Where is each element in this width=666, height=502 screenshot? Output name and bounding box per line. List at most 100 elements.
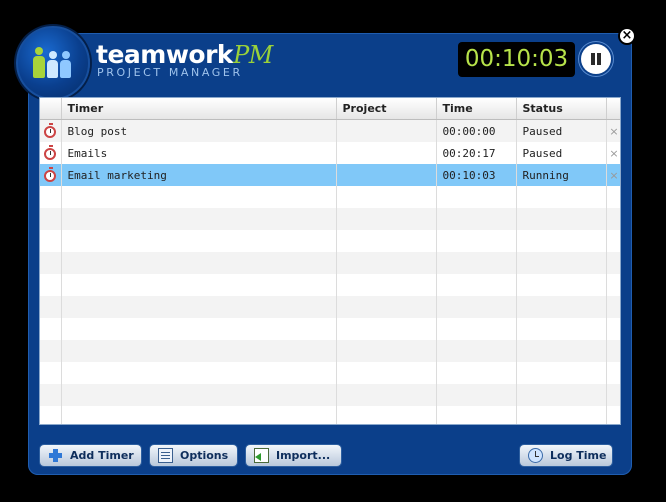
empty-cell	[40, 252, 62, 274]
empty-cell	[336, 362, 437, 384]
timer-project[interactable]	[336, 164, 437, 186]
empty-cell	[61, 318, 337, 340]
empty-cell	[336, 384, 437, 406]
col-time[interactable]: Time	[436, 98, 517, 120]
empty-cell	[606, 362, 620, 384]
empty-cell	[516, 384, 607, 406]
empty-row	[40, 362, 620, 384]
empty-row	[40, 406, 620, 424]
empty-cell	[436, 362, 517, 384]
empty-row	[40, 252, 620, 274]
logo-figure-icon	[47, 51, 58, 78]
stopwatch-icon[interactable]	[44, 166, 57, 182]
empty-cell	[336, 274, 437, 296]
empty-cell	[61, 252, 337, 274]
empty-cell	[40, 362, 62, 384]
close-button[interactable]: ×	[618, 27, 636, 45]
empty-cell	[606, 296, 620, 318]
empty-cell	[336, 318, 437, 340]
empty-cell	[436, 406, 517, 424]
empty-cell	[336, 230, 437, 252]
empty-cell	[606, 252, 620, 274]
timer-name[interactable]: Blog post	[61, 119, 337, 142]
empty-row	[40, 274, 620, 296]
empty-cell	[40, 296, 62, 318]
empty-cell	[606, 406, 620, 424]
import-label: Import...	[276, 449, 331, 462]
empty-cell	[436, 318, 517, 340]
col-timer[interactable]: Timer	[61, 98, 337, 120]
empty-cell	[61, 340, 337, 362]
empty-cell	[336, 186, 437, 208]
empty-cell	[436, 186, 517, 208]
table-row-selected[interactable]: Email marketing 00:10:03 Running ×	[40, 164, 620, 186]
table-row[interactable]: Emails 00:20:17 Paused ×	[40, 142, 620, 164]
options-label: Options	[180, 449, 229, 462]
empty-cell	[336, 208, 437, 230]
options-icon	[158, 448, 173, 463]
delete-icon[interactable]: ×	[606, 164, 620, 186]
row-icon-cell	[40, 164, 62, 186]
empty-cell	[40, 230, 62, 252]
empty-cell	[336, 252, 437, 274]
empty-cell	[516, 186, 607, 208]
plus-icon	[48, 448, 63, 463]
row-icon-cell	[40, 119, 62, 142]
import-icon	[254, 448, 269, 463]
empty-cell	[61, 208, 337, 230]
delete-icon[interactable]: ×	[606, 142, 620, 164]
empty-cell	[606, 340, 620, 362]
timer-status: Running	[516, 164, 607, 186]
timer-status: Paused	[516, 142, 607, 164]
empty-cell	[61, 384, 337, 406]
log-time-button[interactable]: Log Time	[520, 445, 612, 466]
empty-cell	[61, 274, 337, 296]
close-icon: ×	[621, 28, 633, 43]
empty-cell	[436, 208, 517, 230]
empty-cell	[61, 186, 337, 208]
brand-title: teamworkPM	[96, 40, 273, 69]
timer-project[interactable]	[336, 119, 437, 142]
logo-figure-icon	[60, 51, 71, 78]
col-delete	[606, 98, 620, 120]
empty-cell	[516, 208, 607, 230]
empty-cell	[61, 296, 337, 318]
import-button[interactable]: Import...	[246, 445, 341, 466]
timer-project[interactable]	[336, 142, 437, 164]
empty-cell	[516, 274, 607, 296]
empty-cell	[61, 230, 337, 252]
timer-time: 00:00:00	[436, 119, 517, 142]
delete-icon[interactable]: ×	[606, 119, 620, 142]
log-time-label: Log Time	[550, 449, 607, 462]
empty-cell	[40, 274, 62, 296]
empty-cell	[606, 208, 620, 230]
log-time-icon	[528, 448, 543, 463]
add-timer-button[interactable]: Add Timer	[40, 445, 141, 466]
empty-row	[40, 296, 620, 318]
timer-display: 00:10:03	[458, 42, 575, 77]
empty-cell	[436, 230, 517, 252]
table-row[interactable]: Blog post 00:00:00 Paused ×	[40, 119, 620, 142]
empty-cell	[336, 406, 437, 424]
timer-name[interactable]: Emails	[61, 142, 337, 164]
timer-table: Timer Project Time Status Blog post 00:0…	[40, 98, 620, 424]
empty-cell	[606, 186, 620, 208]
col-icon	[40, 98, 62, 120]
col-status[interactable]: Status	[516, 98, 607, 120]
empty-cell	[40, 384, 62, 406]
stopwatch-icon[interactable]	[44, 144, 57, 160]
pause-button[interactable]	[581, 44, 611, 74]
empty-cell	[516, 252, 607, 274]
col-project[interactable]: Project	[336, 98, 437, 120]
empty-cell	[606, 318, 620, 340]
stopwatch-icon[interactable]	[44, 122, 57, 138]
brand-subtitle: PROJECT MANAGER	[97, 66, 243, 79]
empty-cell	[40, 186, 62, 208]
empty-row	[40, 208, 620, 230]
timer-status: Paused	[516, 119, 607, 142]
timer-name[interactable]: Email marketing	[61, 164, 337, 186]
timer-time: 00:20:17	[436, 142, 517, 164]
empty-cell	[436, 340, 517, 362]
empty-row	[40, 340, 620, 362]
options-button[interactable]: Options	[150, 445, 237, 466]
